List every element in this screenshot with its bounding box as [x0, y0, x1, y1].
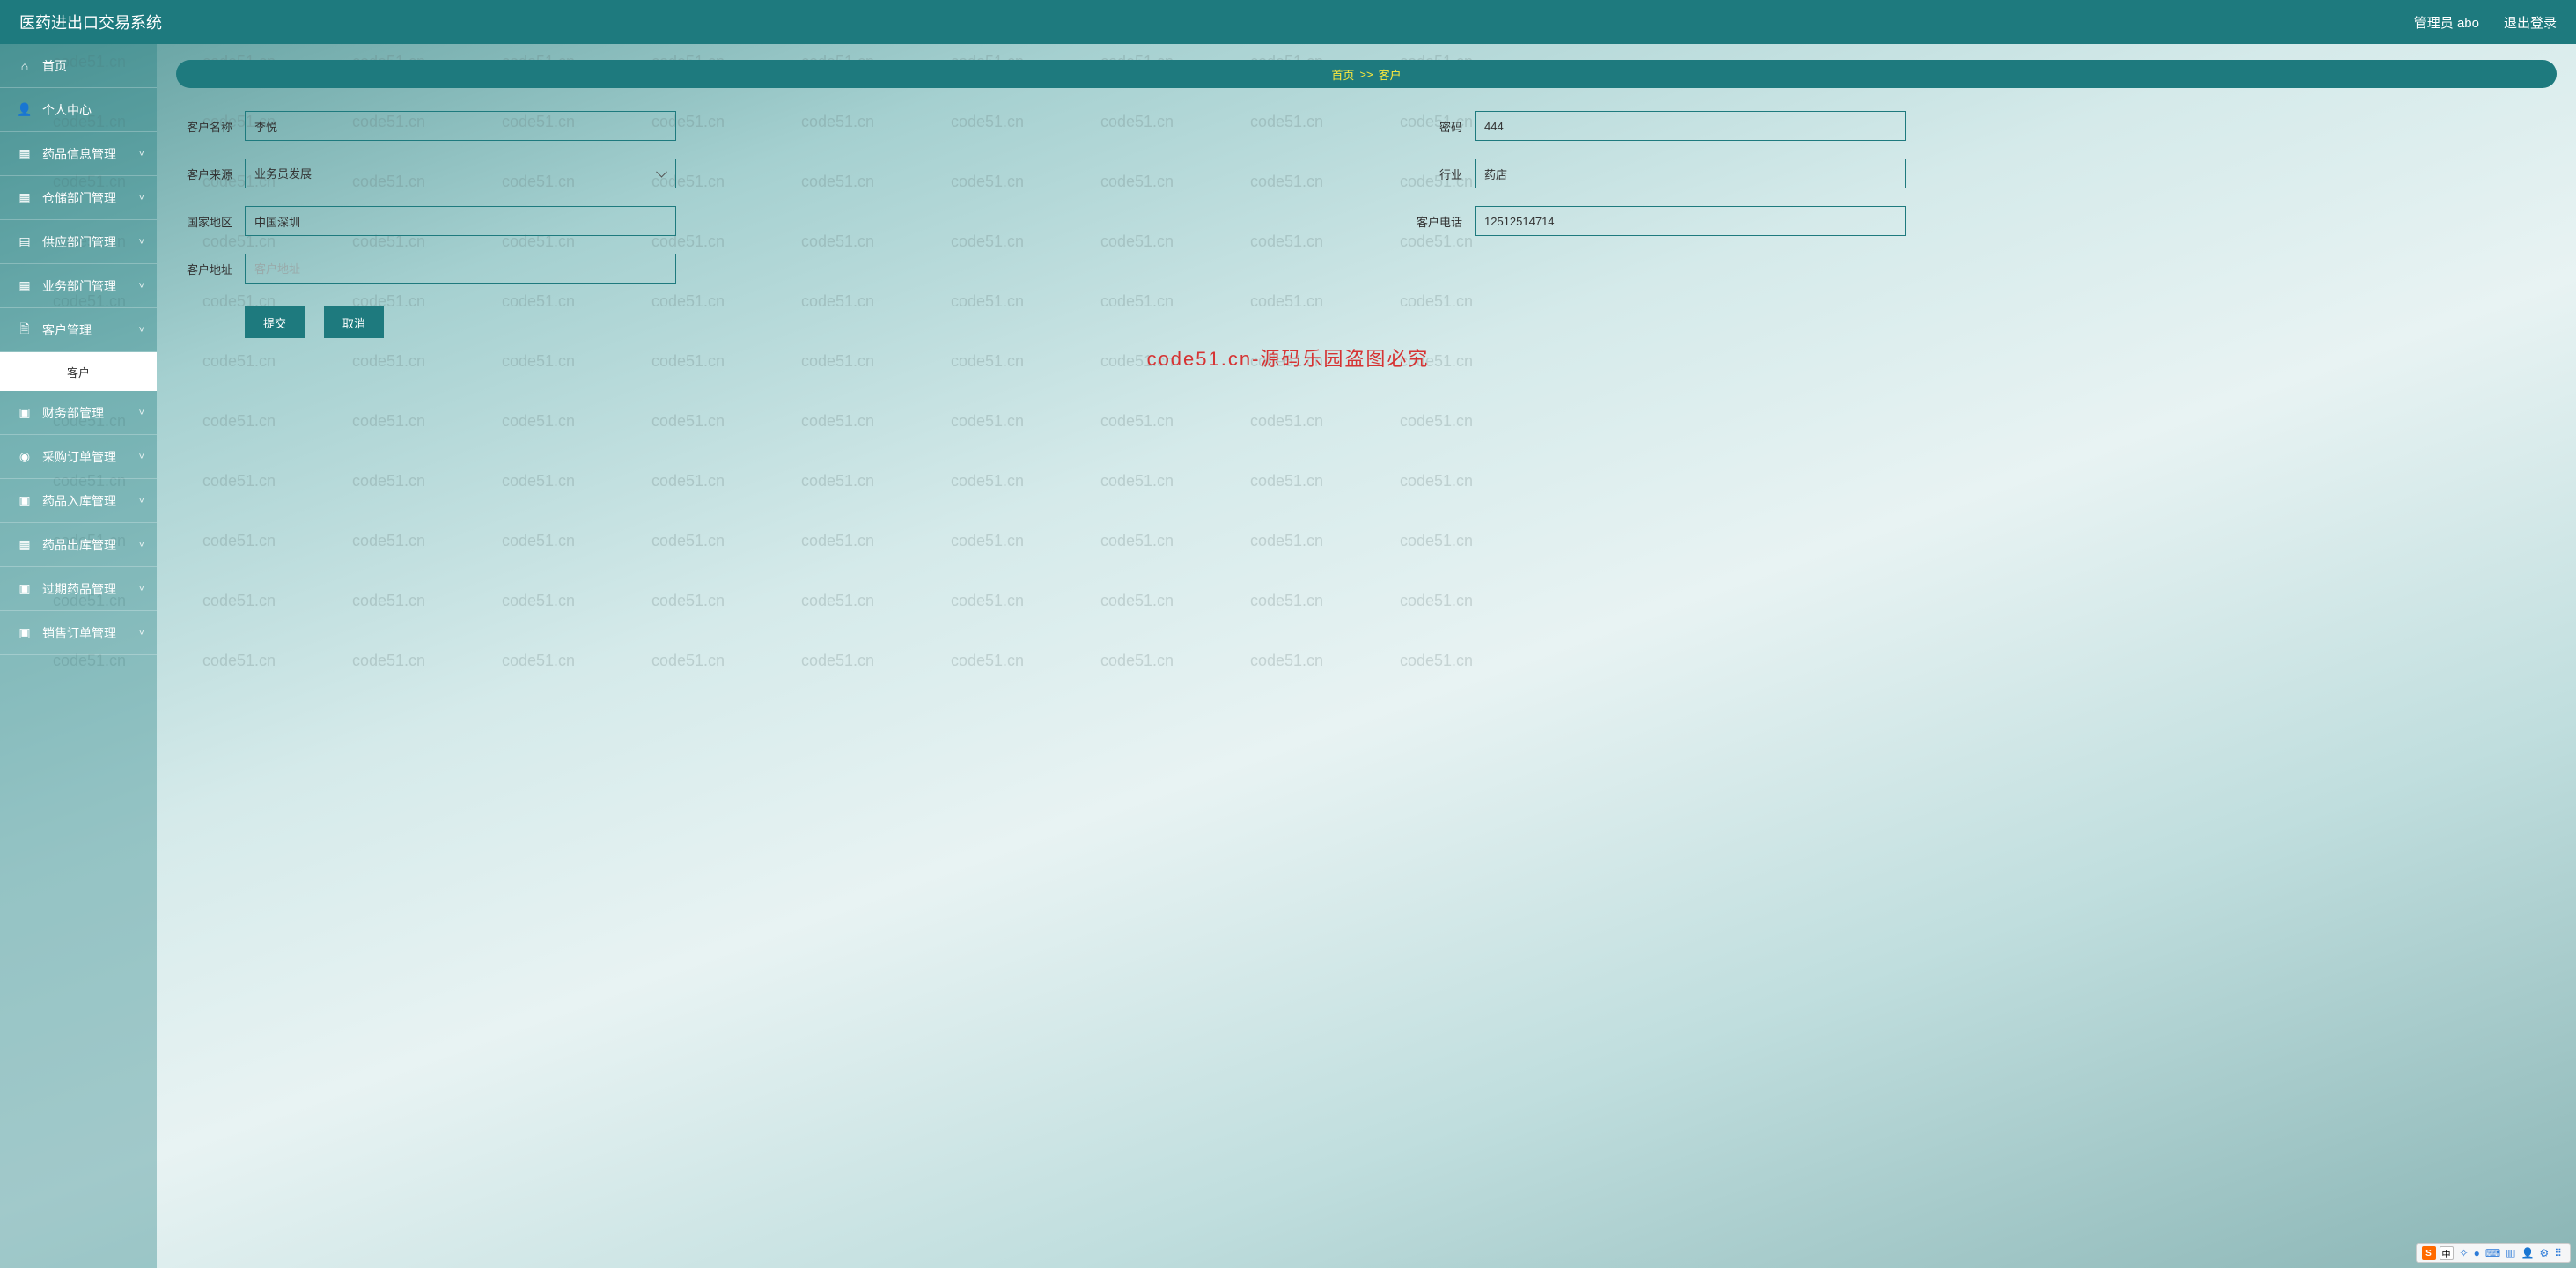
sidebar-icon: ▣ — [18, 582, 32, 596]
app-title: 医药进出口交易系统 — [19, 11, 162, 33]
sidebar-icon: 👤 — [18, 103, 32, 117]
breadcrumb-current: 客户 — [1379, 66, 1402, 83]
sidebar-icon: ▤ — [18, 235, 32, 249]
sidebar-icon: ▦ — [18, 191, 32, 205]
sidebar-icon: ▦ — [18, 147, 32, 161]
sidebar-item-label: 采购订单管理 — [42, 448, 116, 466]
sidebar-icon: ▣ — [18, 406, 32, 420]
breadcrumb-sep: >> — [1359, 68, 1373, 81]
chevron-down-icon: ˅ — [139, 193, 144, 203]
chevron-down-icon: ˅ — [139, 540, 144, 550]
ime-s-icon[interactable]: S — [2422, 1246, 2436, 1260]
sidebar-icon: ▣ — [18, 494, 32, 508]
sidebar-icon: ⌂ — [18, 59, 32, 73]
chevron-down-icon: ˅ — [139, 408, 144, 418]
sidebar-item-2[interactable]: ▦ 药品信息管理 ˅ — [0, 132, 157, 176]
cancel-button[interactable]: 取消 — [324, 306, 384, 338]
sidebar-item-label: 客户管理 — [42, 321, 92, 339]
chevron-down-icon: ˅ — [139, 325, 144, 335]
input-password[interactable] — [1475, 111, 1906, 141]
ime-icon[interactable]: ⌨ — [2485, 1247, 2500, 1259]
input-customer-name[interactable] — [245, 111, 676, 141]
sidebar-item-label: 药品信息管理 — [42, 145, 116, 163]
sidebar-item-label: 个人中心 — [42, 101, 92, 119]
main-content: 首页 >> 客户 客户名称 密码 客户来源 — [157, 44, 2576, 1268]
sidebar-item-6[interactable]: 🗎 客户管理 ˅ — [0, 308, 157, 352]
chevron-down-icon: ˅ — [139, 496, 144, 506]
sidebar-item-10[interactable]: ▦ 药品出库管理 ˅ — [0, 523, 157, 567]
sidebar-nav: ⌂ 首页 👤 个人中心 ▦ 药品信息管理 ˅ ▦ 仓储部门管理 ˅ ▤ 供应部门管理 ˅ ▦ 业务部门管理 ˅… — [0, 44, 157, 1268]
sidebar-subitem-customer[interactable]: 客户 — [0, 352, 157, 391]
sidebar-item-8[interactable]: ◉ 采购订单管理 ˅ — [0, 435, 157, 479]
ime-icon[interactable]: ✧ — [2460, 1247, 2469, 1259]
sidebar-item-label: 供应部门管理 — [42, 233, 116, 251]
ime-icon[interactable]: ● — [2474, 1247, 2480, 1259]
user-label[interactable]: 管理员 abo — [2414, 13, 2479, 32]
chevron-down-icon: ˅ — [139, 628, 144, 638]
sidebar-item-label: 过期药品管理 — [42, 580, 116, 598]
breadcrumb-home[interactable]: 首页 — [1331, 66, 1354, 83]
sidebar-icon: 🗎 — [18, 323, 32, 337]
chevron-down-icon: ˅ — [139, 237, 144, 247]
submit-button[interactable]: 提交 — [245, 306, 305, 338]
label-customer-name: 客户名称 — [176, 118, 232, 135]
customer-form: 客户名称 密码 客户来源 业务员发展 — [176, 111, 2557, 338]
sidebar-item-label: 首页 — [42, 57, 67, 75]
sidebar-item-11[interactable]: ▣ 过期药品管理 ˅ — [0, 567, 157, 611]
select-source-wrap[interactable]: 业务员发展 — [245, 158, 676, 188]
top-header: 医药进出口交易系统 管理员 abo 退出登录 — [0, 0, 2576, 44]
sidebar-item-5[interactable]: ▦ 业务部门管理 ˅ — [0, 264, 157, 308]
sidebar-item-3[interactable]: ▦ 仓储部门管理 ˅ — [0, 176, 157, 220]
input-phone[interactable] — [1475, 206, 1906, 236]
ime-icon[interactable]: ▥ — [2506, 1247, 2515, 1259]
sidebar-item-4[interactable]: ▤ 供应部门管理 ˅ — [0, 220, 157, 264]
ime-lang-icon[interactable]: 中 — [2440, 1246, 2454, 1260]
sidebar-item-7[interactable]: ▣ 财务部管理 ˅ — [0, 391, 157, 435]
sidebar-item-1[interactable]: 👤 个人中心 — [0, 88, 157, 132]
chevron-down-icon: ˅ — [139, 584, 144, 594]
sidebar-item-12[interactable]: ▣ 销售订单管理 ˅ — [0, 611, 157, 655]
breadcrumb: 首页 >> 客户 — [176, 60, 2557, 88]
chevron-down-icon: ˅ — [139, 452, 144, 462]
sidebar-icon: ◉ — [18, 450, 32, 464]
sidebar-icon: ▦ — [18, 538, 32, 552]
sidebar-item-label: 业务部门管理 — [42, 277, 116, 295]
label-address: 客户地址 — [176, 261, 232, 277]
label-phone: 客户电话 — [1406, 213, 1462, 230]
topbar-right: 管理员 abo 退出登录 — [2414, 13, 2557, 32]
input-address[interactable] — [245, 254, 676, 284]
sidebar-item-9[interactable]: ▣ 药品入库管理 ˅ — [0, 479, 157, 523]
input-industry[interactable] — [1475, 158, 1906, 188]
chevron-down-icon: ˅ — [139, 149, 144, 159]
ime-status-bar[interactable]: S 中 ✧ ● ⌨ ▥ 👤 ⚙ ⠿ — [2416, 1243, 2572, 1263]
label-region: 国家地区 — [176, 213, 232, 230]
sidebar-icon: ▣ — [18, 626, 32, 640]
label-industry: 行业 — [1406, 166, 1462, 182]
sidebar-item-label: 药品出库管理 — [42, 536, 116, 554]
chevron-down-icon: ˅ — [139, 281, 144, 291]
ime-icon[interactable]: ⠿ — [2554, 1247, 2562, 1259]
logout-link[interactable]: 退出登录 — [2504, 13, 2557, 32]
ime-icon[interactable]: 👤 — [2521, 1247, 2534, 1259]
sidebar-item-label: 药品入库管理 — [42, 492, 116, 510]
label-password: 密码 — [1406, 118, 1462, 135]
ime-icon[interactable]: ⚙ — [2539, 1247, 2549, 1259]
sidebar-icon: ▦ — [18, 279, 32, 293]
select-source[interactable]: 业务员发展 — [245, 158, 676, 188]
input-region[interactable] — [245, 206, 676, 236]
sidebar-item-label: 销售订单管理 — [42, 624, 116, 642]
sidebar-item-0[interactable]: ⌂ 首页 — [0, 44, 157, 88]
label-source: 客户来源 — [176, 166, 232, 182]
sidebar-item-label: 财务部管理 — [42, 404, 104, 422]
sidebar-item-label: 仓储部门管理 — [42, 189, 116, 207]
